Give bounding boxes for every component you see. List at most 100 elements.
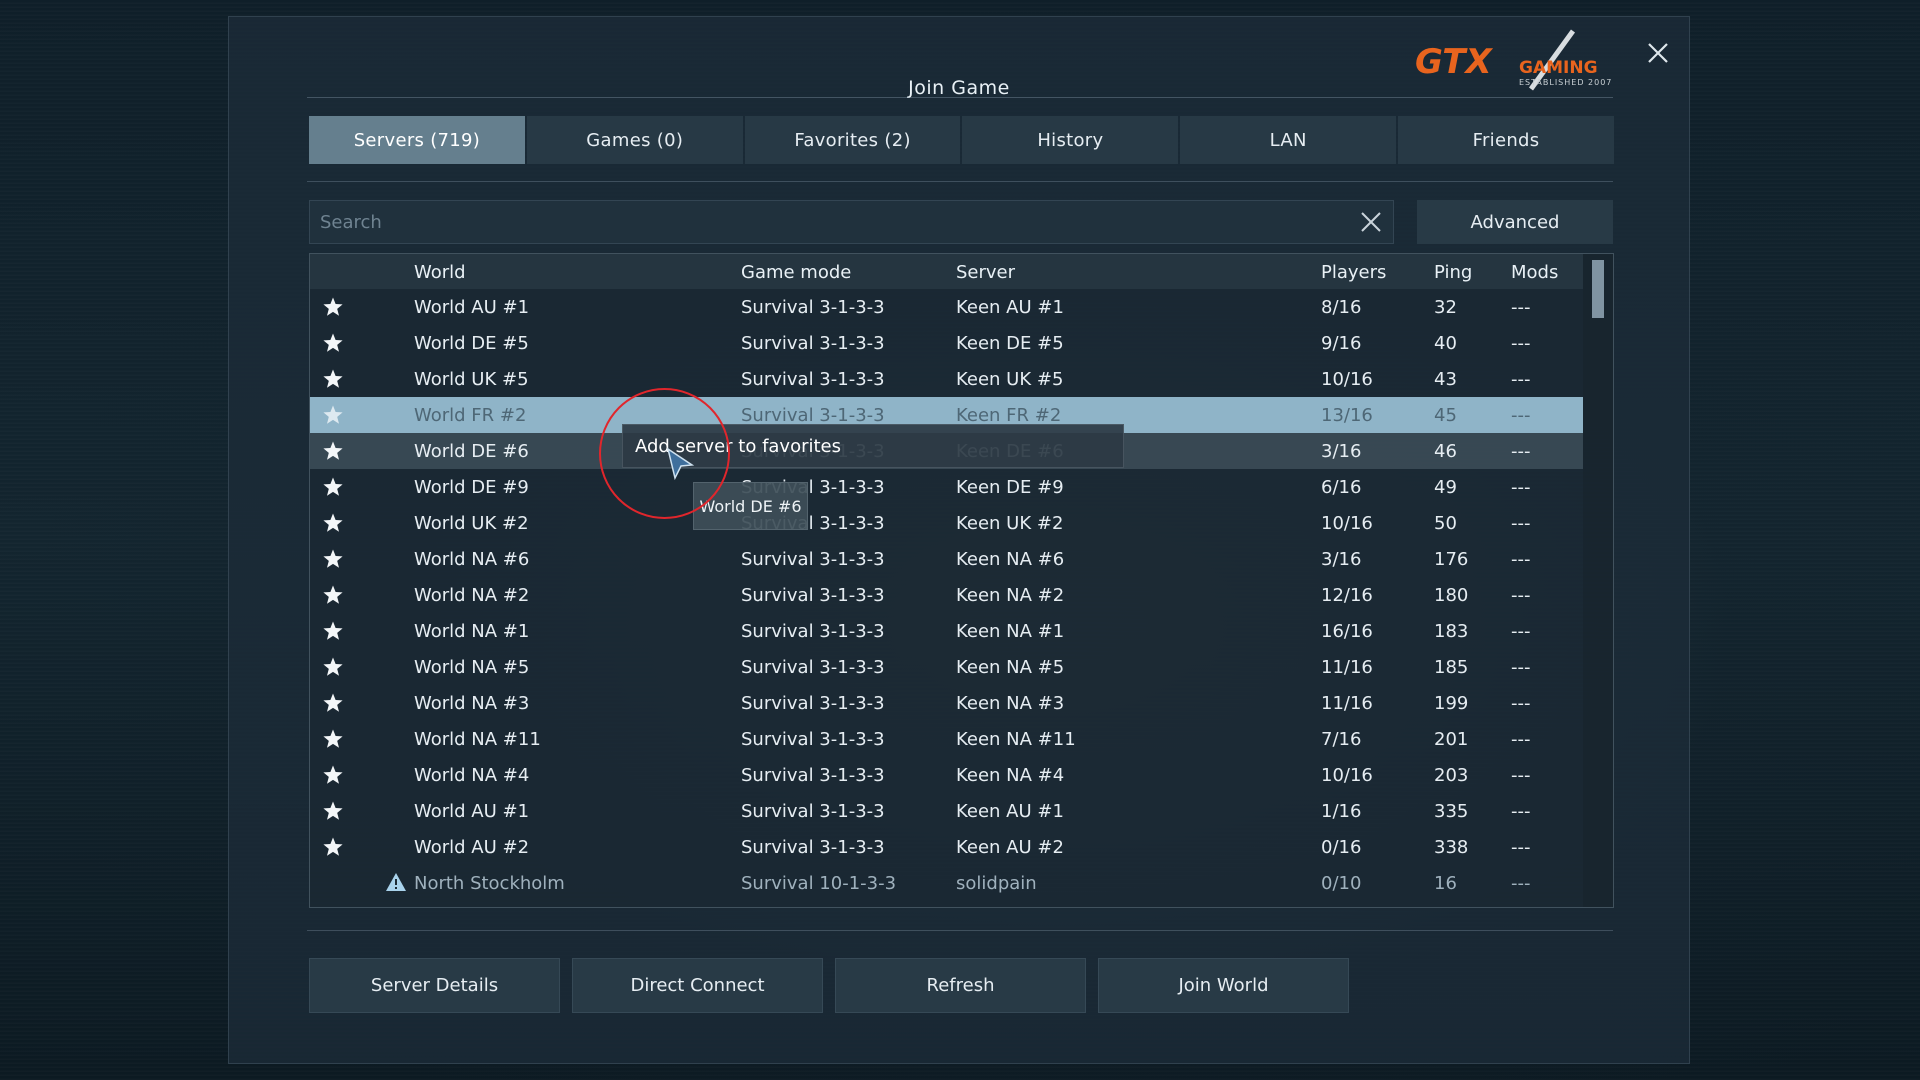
cell-mods: ---	[1511, 693, 1531, 714]
cell-mods: ---	[1511, 621, 1531, 642]
cell-mode: Survival 10-1-3-3	[741, 873, 897, 894]
scrollbar-thumb[interactable]	[1592, 260, 1604, 318]
tab-servers[interactable]: Servers (719)	[309, 116, 525, 164]
favorite-star-icon[interactable]	[322, 656, 344, 678]
refresh-button[interactable]: Refresh	[835, 958, 1086, 1013]
favorite-star-icon[interactable]	[322, 440, 344, 462]
cell-server: Keen NA #2	[956, 585, 1065, 606]
cell-mods: ---	[1511, 729, 1531, 750]
cell-ping: 199	[1434, 693, 1469, 714]
cell-mode: Survival 3-1-3-3	[741, 369, 885, 390]
cell-mods: ---	[1511, 657, 1531, 678]
table-row[interactable]: World UK #5 Survival 3-1-3-3 Keen UK #5 10/…	[310, 361, 1583, 397]
favorite-star-icon[interactable]	[322, 764, 344, 786]
column-world[interactable]: World	[414, 262, 466, 283]
tab-games[interactable]: Games (0)	[526, 116, 743, 164]
cell-mode: Survival 3-1-3-3	[741, 729, 885, 750]
cell-mode: Survival 3-1-3-3	[741, 657, 885, 678]
cell-mode: Survival 3-1-3-3	[741, 765, 885, 786]
table-row[interactable]: World DE #9 Survival 3-1-3-3 Keen DE #9 6/1…	[310, 469, 1583, 505]
table-row[interactable]: World NA #1 Survival 3-1-3-3 Keen NA #1 16/…	[310, 613, 1583, 649]
cell-mods: ---	[1511, 369, 1531, 390]
favorite-star-icon[interactable]	[322, 404, 344, 426]
column-server[interactable]: Server	[956, 262, 1015, 283]
cell-ping: 335	[1434, 801, 1469, 822]
column-players[interactable]: Players	[1321, 262, 1386, 283]
table-row[interactable]: World AU #1 Survival 3-1-3-3 Keen AU #1 1/1…	[310, 793, 1583, 829]
cell-world: World NA #5	[414, 657, 530, 678]
cell-ping: 183	[1434, 621, 1469, 642]
cell-players: 9/16	[1321, 333, 1362, 354]
cell-ping: 203	[1434, 765, 1469, 786]
cell-server: Keen AU #1	[956, 801, 1064, 822]
cell-server: Keen NA #3	[956, 693, 1065, 714]
cell-mode: Survival 3-1-3-3	[741, 549, 885, 570]
column-mods[interactable]: Mods	[1511, 262, 1558, 283]
cell-server: Keen NA #1	[956, 621, 1065, 642]
favorite-star-icon[interactable]	[322, 332, 344, 354]
cell-mods: ---	[1511, 837, 1531, 858]
favorite-star-icon[interactable]	[322, 836, 344, 858]
favorite-star-icon[interactable]	[322, 548, 344, 570]
favorite-star-icon[interactable]	[322, 620, 344, 642]
cell-players: 13/16	[1321, 405, 1373, 426]
cell-world: World NA #11	[414, 729, 541, 750]
cell-server: solidpain	[956, 873, 1037, 894]
cell-mode: Survival 3-1-3-3	[741, 333, 885, 354]
cell-mode: Survival 3-1-3-3	[741, 837, 885, 858]
cell-world: World AU #1	[414, 801, 530, 822]
cell-world: World AU #2	[414, 837, 530, 858]
favorite-star-icon[interactable]	[322, 800, 344, 822]
cell-world: World NA #6	[414, 549, 530, 570]
table-row[interactable]: World NA #4 Survival 3-1-3-3 Keen NA #4 10/…	[310, 757, 1583, 793]
cell-mode: Survival 3-1-3-3	[741, 801, 885, 822]
advanced-button[interactable]: Advanced	[1417, 200, 1613, 244]
cell-ping: 43	[1434, 369, 1457, 390]
table-row[interactable]: World AU #1 Survival 3-1-3-3 Keen AU #1 8/1…	[310, 289, 1583, 325]
cell-mods: ---	[1511, 801, 1531, 822]
cell-mods: ---	[1511, 297, 1531, 318]
cell-mode: Survival 3-1-3-3	[741, 693, 885, 714]
gtx-gaming-logo: GTX GAMING ESTABLISHED 2007	[1415, 29, 1611, 91]
tab-history[interactable]: History	[962, 116, 1179, 164]
cell-players: 0/16	[1321, 837, 1362, 858]
favorite-star-icon[interactable]	[322, 728, 344, 750]
table-row[interactable]: World NA #5 Survival 3-1-3-3 Keen NA #5 11/…	[310, 649, 1583, 685]
cell-mods: ---	[1511, 873, 1531, 894]
cell-mods: ---	[1511, 765, 1531, 786]
table-row[interactable]: World UK #2 Survival 3-1-3-3 Keen UK #2 10/…	[310, 505, 1583, 541]
search-input[interactable]	[310, 201, 1349, 243]
favorite-star-icon[interactable]	[322, 476, 344, 498]
cell-players: 10/16	[1321, 765, 1373, 786]
tab-friends[interactable]: Friends	[1398, 116, 1614, 164]
logo-brand: GTX	[1415, 42, 1494, 82]
close-button[interactable]	[1640, 35, 1676, 71]
favorite-star-icon[interactable]	[322, 512, 344, 534]
clear-search-button[interactable]	[1349, 200, 1393, 244]
table-row[interactable]: World DE #5 Survival 3-1-3-3 Keen DE #5 9/1…	[310, 325, 1583, 361]
favorite-star-icon[interactable]	[322, 692, 344, 714]
table-row[interactable]: World NA #6 Survival 3-1-3-3 Keen NA #6 3/1…	[310, 541, 1583, 577]
table-row[interactable]: World NA #2 Survival 3-1-3-3 Keen NA #2 12/…	[310, 577, 1583, 613]
direct-connect-button[interactable]: Direct Connect	[572, 958, 823, 1013]
table-row[interactable]: North Stockholm Survival 10-1-3-3 solidpai…	[310, 865, 1583, 901]
favorite-star-icon[interactable]	[322, 296, 344, 318]
column-ping[interactable]: Ping	[1434, 262, 1472, 283]
join-world-button[interactable]: Join World	[1098, 958, 1349, 1013]
favorite-star-icon[interactable]	[322, 584, 344, 606]
table-row[interactable]: World NA #11 Survival 3-1-3-3 Keen NA #11 7…	[310, 721, 1583, 757]
server-details-button[interactable]: Server Details	[309, 958, 560, 1013]
tab-lan[interactable]: LAN	[1180, 116, 1397, 164]
cell-world: North Stockholm	[414, 873, 565, 894]
table-row[interactable]: World AU #2 Survival 3-1-3-3 Keen AU #2 0/1…	[310, 829, 1583, 865]
cell-server: Keen NA #11	[956, 729, 1076, 750]
cell-ping: 40	[1434, 333, 1457, 354]
table-scrollbar[interactable]	[1583, 254, 1613, 907]
cell-ping: 50	[1434, 513, 1457, 534]
favorite-star-icon[interactable]	[322, 368, 344, 390]
cell-mods: ---	[1511, 333, 1531, 354]
column-game-mode[interactable]: Game mode	[741, 262, 851, 283]
tab-favorites[interactable]: Favorites (2)	[744, 116, 961, 164]
cell-players: 10/16	[1321, 369, 1373, 390]
table-row[interactable]: World NA #3 Survival 3-1-3-3 Keen NA #3 11/…	[310, 685, 1583, 721]
